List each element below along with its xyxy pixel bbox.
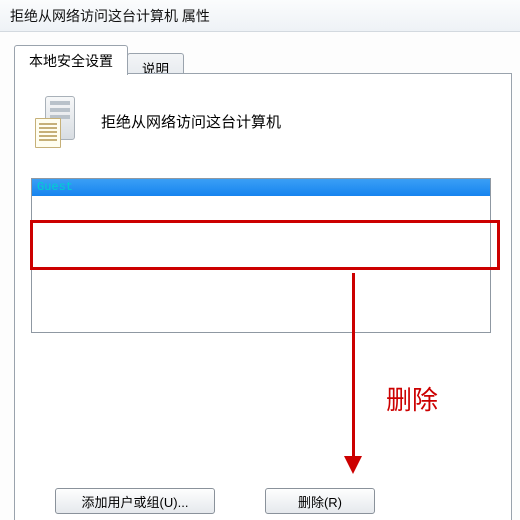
users-listbox[interactable]: Guest xyxy=(31,178,491,333)
tab-label: 本地安全设置 xyxy=(29,53,113,69)
list-item[interactable]: Guest xyxy=(32,179,490,196)
button-label: 删除(R) xyxy=(298,495,342,510)
policy-title: 拒绝从网络访问这台计算机 xyxy=(101,111,281,132)
tab-strip: 本地安全设置 说明 xyxy=(14,44,510,74)
button-row: 添加用户或组(U)... 删除(R) xyxy=(55,488,375,514)
policy-icon xyxy=(35,94,87,148)
window-titlebar[interactable]: 拒绝从网络访问这台计算机 属性 xyxy=(0,0,520,32)
button-label: 添加用户或组(U)... xyxy=(82,495,189,510)
add-user-button[interactable]: 添加用户或组(U)... xyxy=(55,488,215,514)
list-item-label: Guest xyxy=(37,180,73,194)
remove-button[interactable]: 删除(R) xyxy=(265,488,375,514)
policy-header: 拒绝从网络访问这台计算机 xyxy=(35,94,497,148)
tab-panel: 拒绝从网络访问这台计算机 Guest 添加用户或组(U)... 删除(R) xyxy=(14,73,512,520)
tab-local-security[interactable]: 本地安全设置 xyxy=(14,45,128,75)
window-title: 拒绝从网络访问这台计算机 属性 xyxy=(10,8,210,24)
client-area: 本地安全设置 说明 拒绝从网络访问这台计算机 Guest xyxy=(0,32,520,520)
properties-dialog: 拒绝从网络访问这台计算机 属性 本地安全设置 说明 拒绝从网络访问这台计算机 G… xyxy=(0,0,520,520)
